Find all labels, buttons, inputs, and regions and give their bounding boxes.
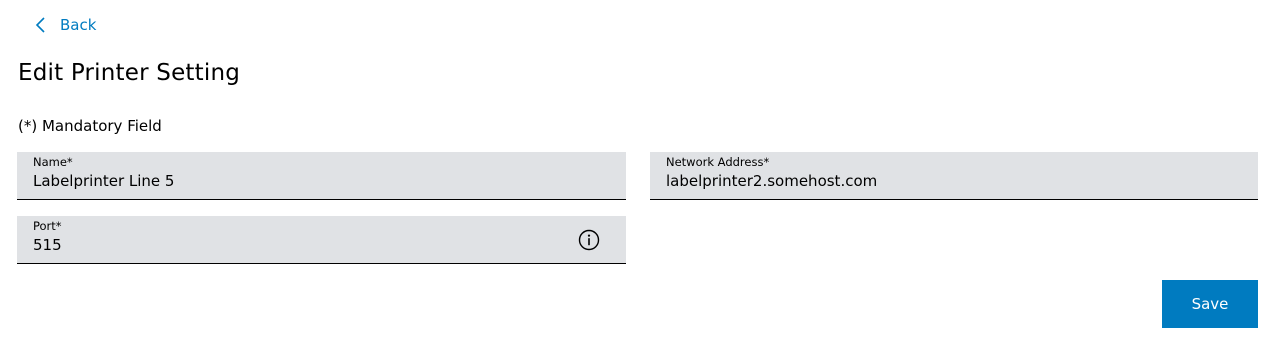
name-field-label: Name* bbox=[33, 155, 73, 169]
chevron-left-icon bbox=[35, 17, 45, 33]
network-address-field[interactable]: Network Address* labelprinter2.somehost.… bbox=[650, 152, 1258, 200]
edit-printer-page: Back Edit Printer Setting (*) Mandatory … bbox=[0, 0, 1276, 345]
network-address-field-value[interactable]: labelprinter2.somehost.com bbox=[666, 172, 877, 190]
page-title: Edit Printer Setting bbox=[18, 60, 241, 86]
back-link[interactable]: Back bbox=[34, 14, 96, 36]
name-field-value[interactable]: Labelprinter Line 5 bbox=[33, 172, 174, 190]
network-address-field-label: Network Address* bbox=[666, 155, 770, 169]
mandatory-field-note: (*) Mandatory Field bbox=[18, 117, 162, 135]
name-field[interactable]: Name* Labelprinter Line 5 bbox=[17, 152, 626, 200]
port-field-value[interactable]: 515 bbox=[33, 236, 62, 254]
save-button[interactable]: Save bbox=[1162, 280, 1258, 328]
port-field-label: Port* bbox=[33, 219, 62, 233]
port-field[interactable]: Port* 515 bbox=[17, 216, 626, 264]
info-icon[interactable] bbox=[578, 229, 600, 251]
back-label: Back bbox=[60, 16, 97, 34]
